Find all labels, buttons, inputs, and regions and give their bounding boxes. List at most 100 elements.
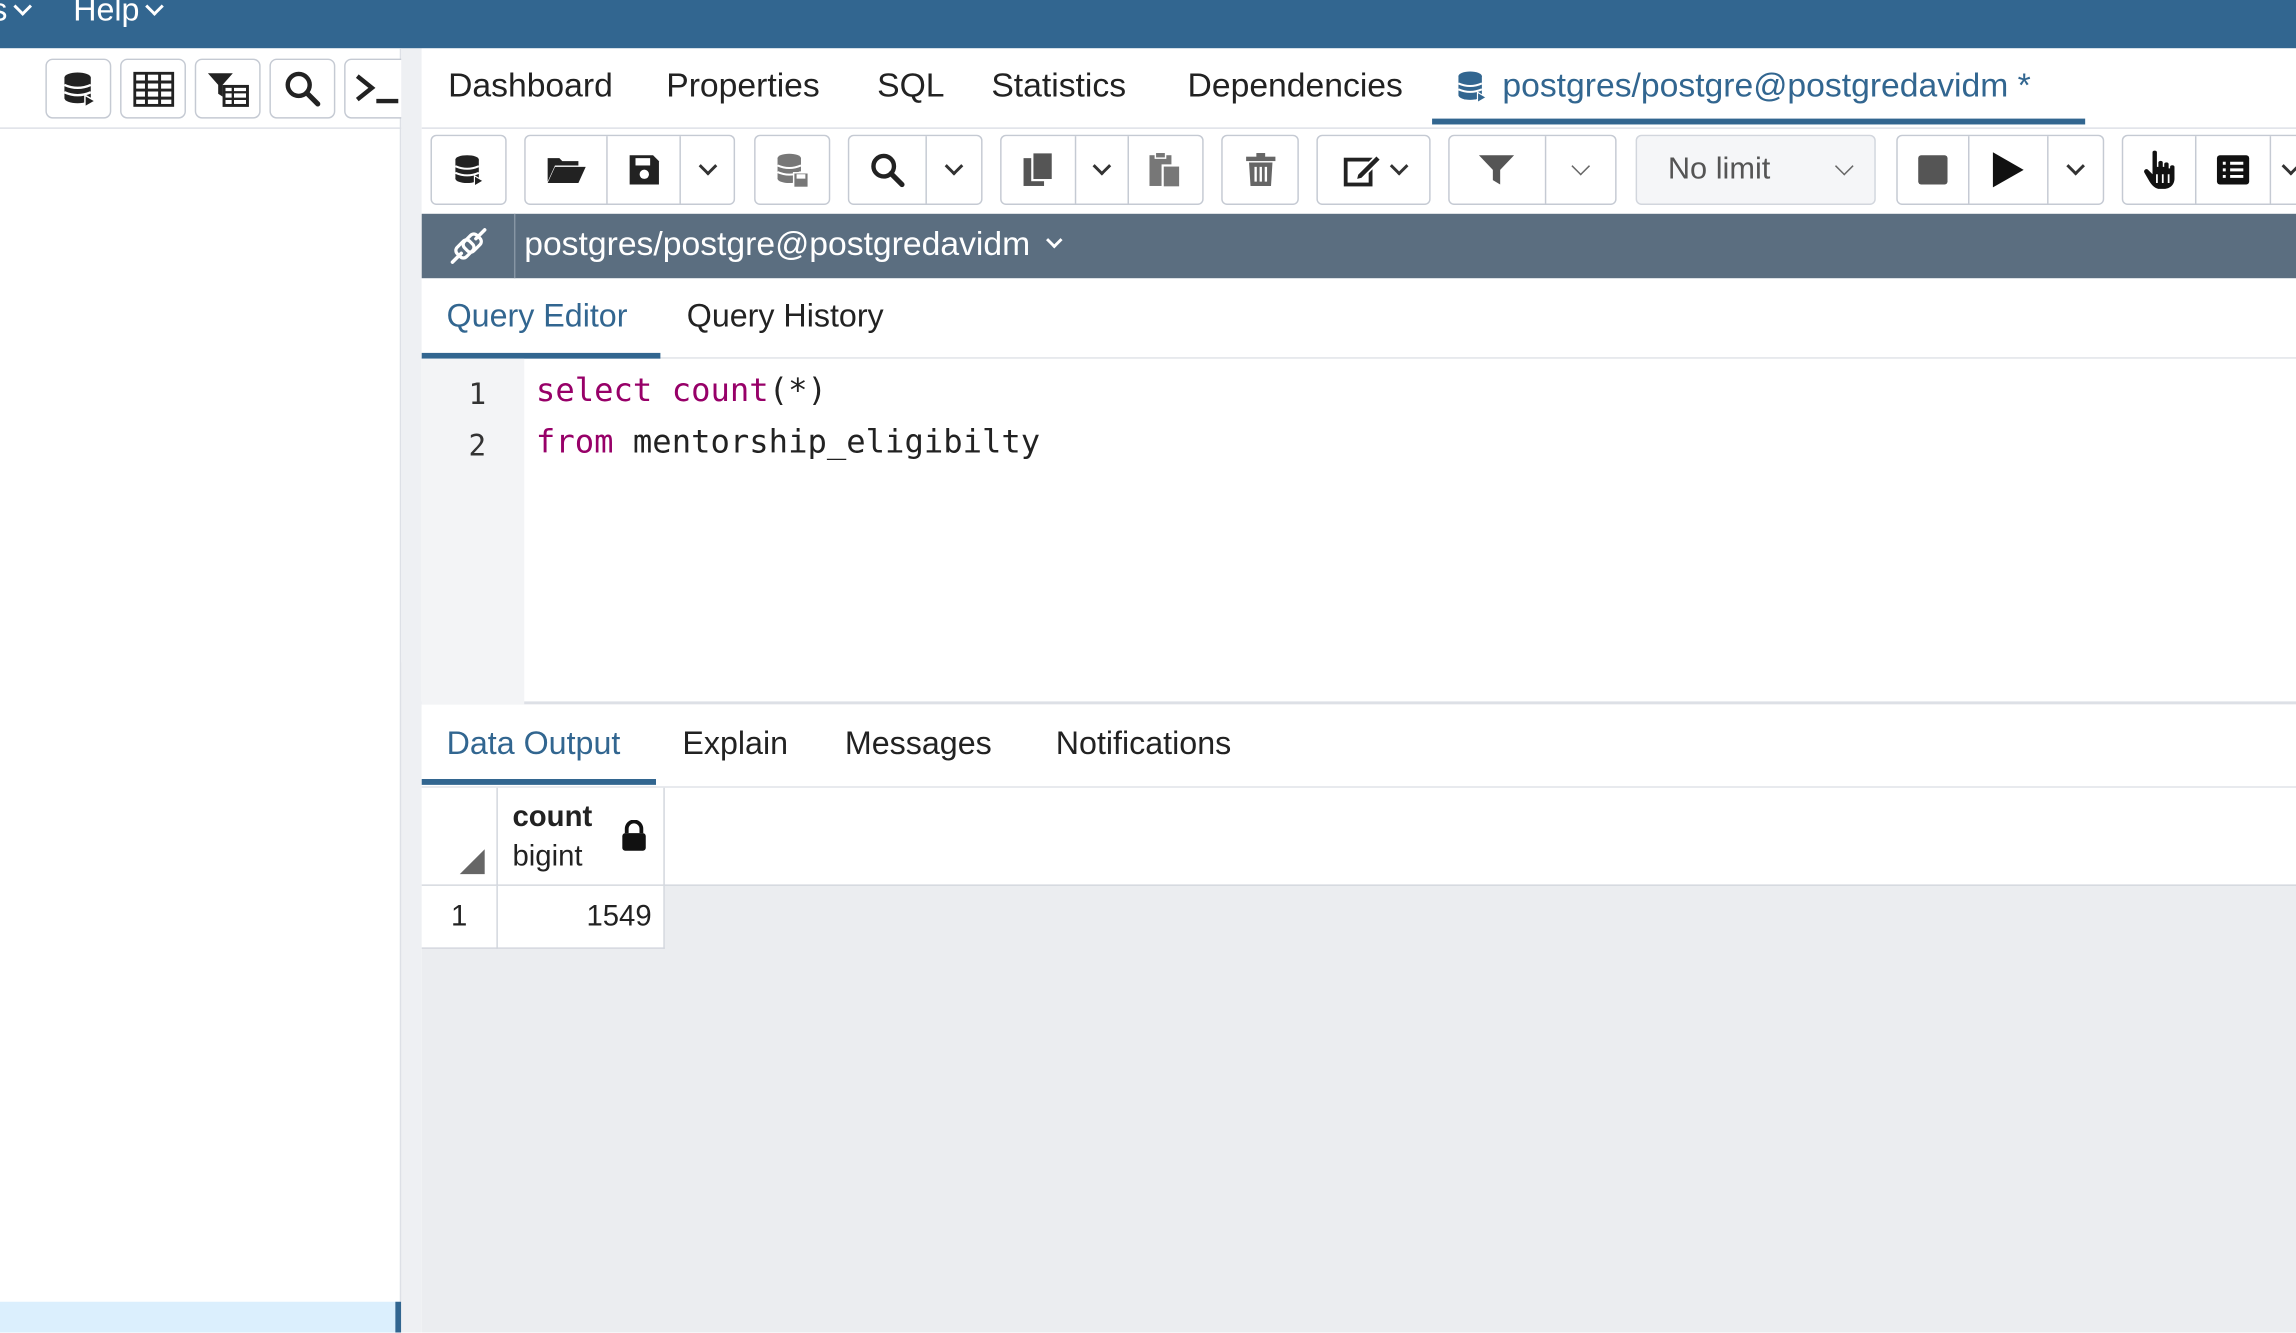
execute-options-dropdown[interactable]: [2048, 136, 2103, 203]
filter-button-group: [1448, 134, 1617, 206]
paste-button[interactable]: [1129, 136, 1203, 203]
chevron-down-icon: [1389, 156, 1408, 176]
tab-properties[interactable]: Properties: [666, 66, 819, 106]
search-icon: [871, 153, 905, 188]
paste-icon: [1149, 151, 1182, 189]
filter-table-icon: [207, 72, 249, 107]
find-button[interactable]: [849, 136, 927, 204]
line-number: 1: [468, 376, 487, 412]
copy-button-group: [1000, 134, 1204, 206]
row-limit-select[interactable]: No limit: [1635, 134, 1876, 206]
connection-label: postgres/postgre@postgredavidm: [524, 224, 1031, 263]
psql-tool-button[interactable]: [344, 58, 411, 119]
edit-options-button[interactable]: [1318, 136, 1429, 203]
edit-icon: [1343, 153, 1382, 187]
explain-options-dropdown[interactable]: [2272, 136, 2296, 203]
tab-notifications[interactable]: Notifications: [1056, 725, 1231, 763]
tab-query-tool[interactable]: postgres/postgre@postgredavidm *: [1456, 66, 2031, 106]
database-icon: [1458, 70, 1488, 103]
view-data-button[interactable]: [120, 58, 186, 119]
chevron-down-icon: [145, 0, 165, 16]
trash-icon: [1245, 153, 1275, 186]
select-all-cell[interactable]: [422, 787, 498, 886]
active-tab-indicator: [1432, 118, 2086, 125]
file-button-group: [524, 134, 736, 206]
chevron-down-icon: [2281, 156, 2296, 176]
filtered-rows-button[interactable]: [194, 58, 261, 119]
explain-analyze-button[interactable]: [2197, 136, 2272, 204]
code-line: select count(*): [536, 373, 827, 410]
menu-item-partial[interactable]: s: [0, 0, 33, 29]
sql-editor[interactable]: 1 2 select count(*) from mentorship_elig…: [421, 358, 2296, 705]
database-save-icon: [777, 153, 810, 189]
chevron-down-icon: [1571, 156, 1590, 176]
stop-icon: [1918, 155, 1948, 185]
tab-data-output[interactable]: Data Output: [447, 725, 621, 763]
chevron-down-icon: [697, 156, 717, 176]
tab-sql[interactable]: SQL: [877, 66, 944, 106]
tab-messages[interactable]: Messages: [845, 725, 992, 763]
panel-divider[interactable]: [401, 48, 422, 1333]
open-file-button[interactable]: [526, 136, 608, 204]
filter-icon: [1479, 155, 1515, 185]
explain-button[interactable]: [2123, 136, 2197, 204]
sql-text: (*): [768, 373, 827, 411]
tab-query-history[interactable]: Query History: [687, 297, 884, 335]
connection-status-button[interactable]: [422, 213, 516, 279]
delete-button[interactable]: [1223, 136, 1298, 203]
execute-button[interactable]: [1970, 136, 2048, 204]
tab-explain[interactable]: Explain: [682, 725, 788, 763]
menu-item-label: Help: [73, 0, 140, 28]
list-icon: [2217, 155, 2250, 185]
table-row[interactable]: 1 1549: [421, 885, 665, 949]
plug-link-icon: [449, 228, 486, 264]
filter-options-dropdown[interactable]: [1546, 136, 1615, 203]
play-icon: [1993, 152, 2025, 188]
stop-button[interactable]: [1898, 136, 1970, 204]
tab-dashboard[interactable]: Dashboard: [448, 66, 613, 106]
copy-button[interactable]: [1002, 136, 1077, 204]
chevron-down-icon: [2065, 156, 2085, 176]
chevron-down-icon: [1834, 156, 1854, 176]
menu-item-help[interactable]: Help: [73, 0, 165, 29]
table-icon: [132, 71, 174, 107]
tab-query-tool-label: postgres/postgre@postgredavidm *: [1502, 65, 2031, 104]
database-button[interactable]: [45, 58, 112, 119]
tab-dependencies[interactable]: Dependencies: [1188, 66, 1403, 106]
browser-selected-row[interactable]: [0, 1301, 402, 1333]
search-objects-button[interactable]: [269, 58, 336, 119]
query-toolbar: No limit: [422, 129, 2296, 214]
save-icon: [628, 155, 659, 185]
active-tab-indicator: [421, 779, 657, 785]
tab-query-editor[interactable]: Query Editor: [447, 297, 628, 335]
folder-open-icon: [546, 158, 585, 184]
column-header-count[interactable]: count bigint: [498, 787, 665, 886]
save-data-button[interactable]: [756, 136, 829, 203]
main-tab-bar: Dashboard Properties SQL Statistics Depe…: [421, 48, 2296, 129]
line-number: 2: [468, 427, 487, 463]
server-button-group: [430, 134, 507, 206]
find-options-dropdown[interactable]: [927, 136, 981, 203]
output-tab-bar: Data Output Explain Messages Notificatio…: [421, 707, 2296, 788]
chevron-down-icon: [1092, 156, 1112, 176]
copy-options-dropdown[interactable]: [1077, 136, 1129, 204]
sql-keyword: from: [535, 424, 614, 462]
copy-icon: [1023, 151, 1055, 186]
tab-statistics[interactable]: Statistics: [991, 66, 1126, 106]
cell-count[interactable]: 1549: [498, 885, 665, 949]
editor-tab-bar: Query Editor Query History: [421, 278, 2296, 359]
column-name: count: [512, 800, 593, 834]
menu-bar: s Help: [0, 0, 2296, 49]
main-panel: Dashboard Properties SQL Statistics Depe…: [421, 48, 2296, 1333]
corner-triangle-icon: [459, 849, 485, 875]
connection-bar: postgres/postgre@postgredavidm: [421, 213, 2296, 279]
column-type: bigint: [512, 840, 583, 873]
delete-button-group: [1221, 134, 1299, 206]
save-button[interactable]: [608, 136, 681, 204]
sql-function: count: [671, 373, 769, 411]
filter-button[interactable]: [1450, 136, 1547, 204]
explain-button-group: [2121, 134, 2296, 206]
connection-select[interactable]: postgres/postgre@postgredavidm: [524, 224, 1062, 264]
server-button[interactable]: [432, 136, 505, 203]
save-options-dropdown[interactable]: [681, 136, 734, 203]
